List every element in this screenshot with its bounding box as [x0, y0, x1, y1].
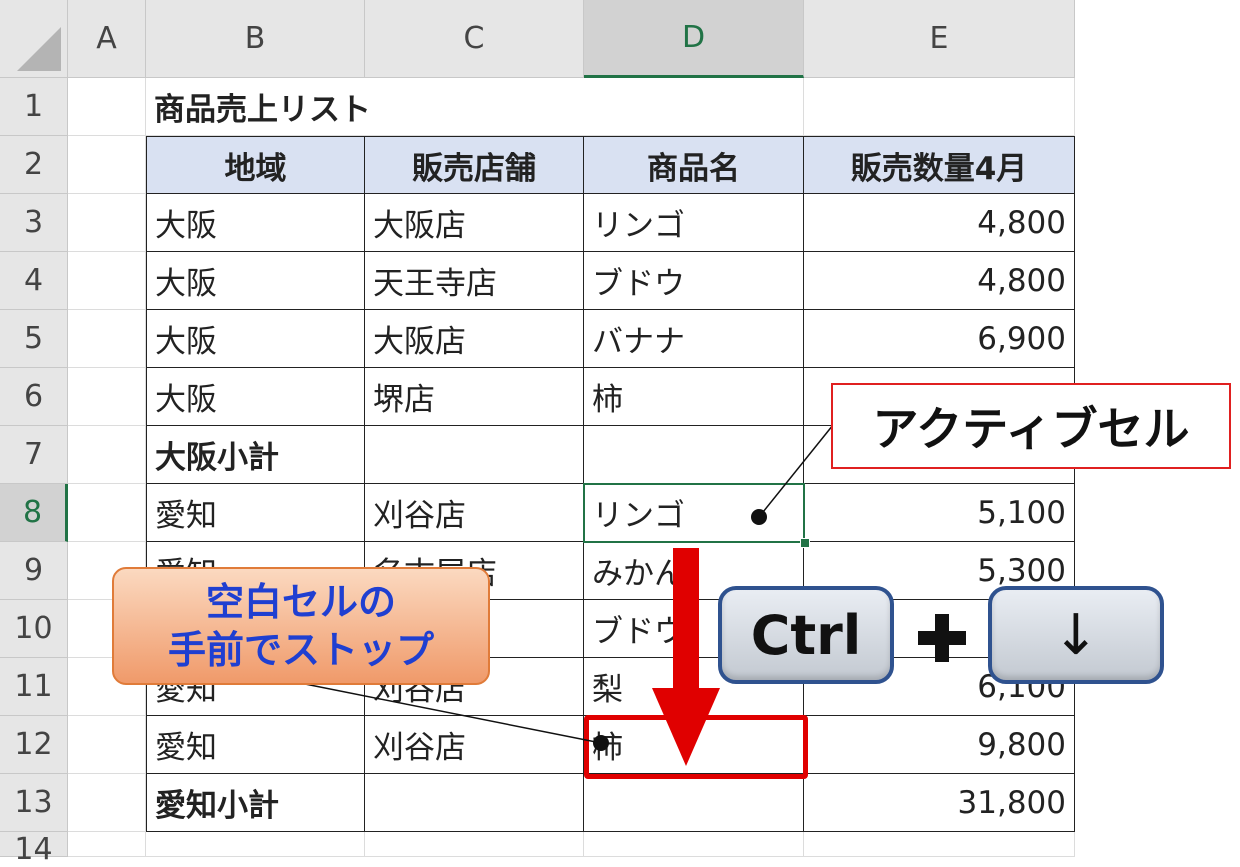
- cell-product-row6[interactable]: 柿: [584, 368, 804, 426]
- cell-qty-row4[interactable]: 4,800: [804, 252, 1075, 310]
- cell-product-row13[interactable]: [584, 774, 804, 832]
- row-header-1[interactable]: 1: [0, 78, 68, 136]
- cell-region-row4[interactable]: 大阪: [146, 252, 365, 310]
- row-header-14[interactable]: 14: [0, 832, 68, 867]
- header-qty-april[interactable]: 販売数量4月: [804, 136, 1075, 194]
- cell-a7[interactable]: [68, 426, 146, 484]
- cell-store-row7[interactable]: [365, 426, 584, 484]
- cell-region-row6[interactable]: 大阪: [146, 368, 365, 426]
- cell-a1[interactable]: [68, 78, 146, 136]
- cell-product-row5[interactable]: バナナ: [584, 310, 804, 368]
- row-header-2[interactable]: 2: [0, 136, 68, 194]
- cell-d14[interactable]: [584, 832, 804, 857]
- cell-c14[interactable]: [365, 832, 584, 857]
- cell-qty-row12[interactable]: 9,800: [804, 716, 1075, 774]
- cell-e14[interactable]: [804, 832, 1075, 857]
- cell-product-row7[interactable]: [584, 426, 804, 484]
- select-all-corner[interactable]: [0, 0, 68, 78]
- header-store[interactable]: 販売店舗: [365, 136, 584, 194]
- down-arrow-key: ↓: [988, 586, 1164, 684]
- fill-handle[interactable]: [800, 538, 810, 548]
- row-header-9[interactable]: 9: [0, 542, 68, 600]
- cell-a5[interactable]: [68, 310, 146, 368]
- plus-icon: [918, 614, 966, 662]
- stop-cell-highlight: [584, 715, 808, 779]
- row-header-6[interactable]: 6: [0, 368, 68, 426]
- cell-qty-row13[interactable]: 31,800: [804, 774, 1075, 832]
- row-header-8[interactable]: 8: [0, 484, 68, 542]
- row-header-10[interactable]: 10: [0, 600, 68, 658]
- stop-callout-line1: 空白セルの: [205, 580, 396, 624]
- row-header-7[interactable]: 7: [0, 426, 68, 484]
- cell-qty-row8[interactable]: 5,100: [804, 484, 1075, 542]
- cell-a12[interactable]: [68, 716, 146, 774]
- cell-store-row6[interactable]: 堺店: [365, 368, 584, 426]
- cell-a8[interactable]: [68, 484, 146, 542]
- column-header-e[interactable]: E: [804, 0, 1075, 78]
- cell-qty-row3[interactable]: 4,800: [804, 194, 1075, 252]
- ctrl-key: Ctrl: [718, 586, 894, 684]
- row-header-5[interactable]: 5: [0, 310, 68, 368]
- cell-product-row4[interactable]: ブドウ: [584, 252, 804, 310]
- cell-b1-title[interactable]: 商品売上リスト: [146, 78, 584, 136]
- column-header-c[interactable]: C: [365, 0, 584, 78]
- header-product[interactable]: 商品名: [584, 136, 804, 194]
- row-header-3[interactable]: 3: [0, 194, 68, 252]
- row-header-4[interactable]: 4: [0, 252, 68, 310]
- column-header-b[interactable]: B: [146, 0, 365, 78]
- cell-qty-row5[interactable]: 6,900: [804, 310, 1075, 368]
- column-header-d[interactable]: D: [584, 0, 804, 78]
- cell-a6[interactable]: [68, 368, 146, 426]
- row-header-11[interactable]: 11: [0, 658, 68, 716]
- row-header-13[interactable]: 13: [0, 774, 68, 832]
- cell-a3[interactable]: [68, 194, 146, 252]
- stop-callout: 空白セルの 手前でストップ: [112, 567, 490, 685]
- cell-region-row3[interactable]: 大阪: [146, 194, 365, 252]
- cell-a2[interactable]: [68, 136, 146, 194]
- cell-d1[interactable]: [584, 78, 804, 136]
- row-header-12[interactable]: 12: [0, 716, 68, 774]
- cell-b14[interactable]: [146, 832, 365, 857]
- cell-store-row8[interactable]: 刈谷店: [365, 484, 584, 542]
- cell-a4[interactable]: [68, 252, 146, 310]
- column-header-a[interactable]: A: [68, 0, 146, 78]
- cell-e1[interactable]: [804, 78, 1075, 136]
- cell-a13[interactable]: [68, 774, 146, 832]
- cell-product-row3[interactable]: リンゴ: [584, 194, 804, 252]
- cell-store-row5[interactable]: 大阪店: [365, 310, 584, 368]
- cell-region-row12[interactable]: 愛知: [146, 716, 365, 774]
- cell-region-row13[interactable]: 愛知小計: [146, 774, 365, 832]
- cell-region-row5[interactable]: 大阪: [146, 310, 365, 368]
- cell-region-row8[interactable]: 愛知: [146, 484, 365, 542]
- cell-store-row13[interactable]: [365, 774, 584, 832]
- cell-store-row12[interactable]: 刈谷店: [365, 716, 584, 774]
- active-cell-callout: アクティブセル: [831, 383, 1231, 469]
- cell-region-row7[interactable]: 大阪小計: [146, 426, 365, 484]
- header-region[interactable]: 地域: [146, 136, 365, 194]
- cell-a14[interactable]: [68, 832, 146, 857]
- cell-store-row3[interactable]: 大阪店: [365, 194, 584, 252]
- active-cell-border[interactable]: [583, 483, 805, 543]
- cell-store-row4[interactable]: 天王寺店: [365, 252, 584, 310]
- stop-callout-line2: 手前でストップ: [167, 628, 434, 672]
